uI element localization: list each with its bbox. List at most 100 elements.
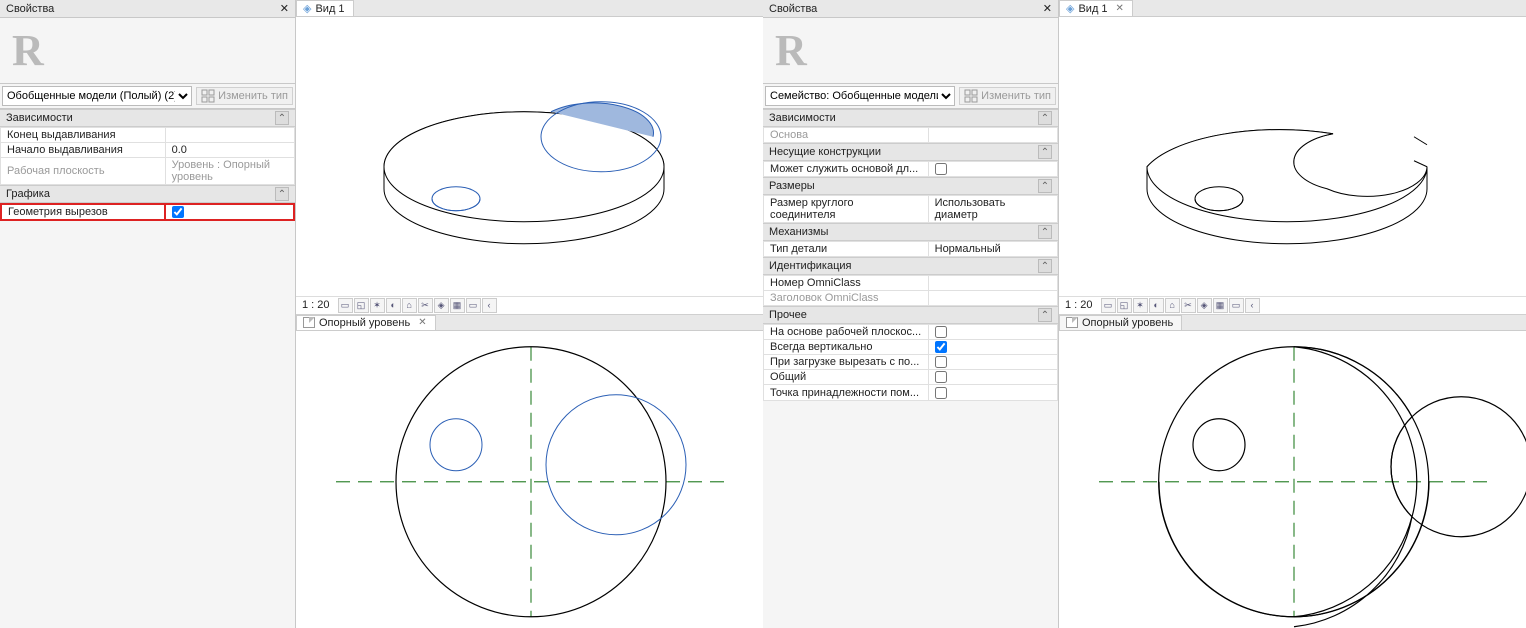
left-properties-title-bar: Свойства ✕ [0,0,295,18]
right-properties-title-bar: Свойства ✕ [763,0,1058,18]
cutout-geometry-row: Геометрия вырезов [1,204,294,220]
type-logo-icon: R [6,29,44,73]
right-3d-status: 1 : 20 ▭ ◱ ✶ ◐ ⌂ ✂ ◈ ▦ ▭ ‹ [1059,296,1526,314]
table-row: На основе рабочей плоскос... [764,325,1058,340]
group-header-mechanisms[interactable]: Механизмы⌃ [763,223,1058,241]
left-properties-panel: Свойства ✕ R Обобщенные модели (Полый) (… [0,0,296,628]
cutout-geometry-checkbox[interactable] [172,206,184,218]
vc-icon[interactable]: ▦ [450,298,465,313]
scale-label[interactable]: 1 : 20 [1065,299,1093,311]
cb[interactable] [935,326,947,338]
view-control-bar: ▭ ◱ ✶ ◐ ⌂ ✂ ◈ ▦ ▭ ‹ [1101,298,1260,313]
left-half: Свойства ✕ R Обобщенные модели (Полый) (… [0,0,763,628]
right-3d-view[interactable]: ◈ Вид 1 ✕ [1059,0,1526,315]
edit-type-button[interactable]: Изменить тип [959,87,1056,105]
table-row: Рабочая плоскостьУровень : Опорный урове… [1,158,295,185]
chevron-up-icon: ⌃ [1038,225,1052,239]
table-row: Номер OmniClass [764,276,1058,291]
table-row: Заголовок OmniClass [764,291,1058,306]
deps-grid: Конец выдавливания Начало выдавливания0.… [0,127,295,185]
close-icon[interactable]: ✕ [280,2,289,15]
chevron-up-icon: ⌃ [1038,145,1052,159]
group-header-other[interactable]: Прочее⌃ [763,306,1058,324]
table-row: При загрузке вырезать с по... [764,355,1058,370]
left-plan-view[interactable]: Опорный уровень ✕ [296,315,763,628]
vc-icon[interactable]: ‹ [482,298,497,313]
type-preview: R [0,18,295,84]
left-views: ◈ Вид 1 1 : 20 [296,0,763,628]
group-header-dependencies[interactable]: Зависимости⌃ [763,109,1058,127]
chevron-up-icon: ⌃ [1038,308,1052,322]
vc-icon[interactable]: ✂ [1181,298,1196,313]
right-properties-panel: Свойства ✕ R Семейство: Обобщенные модел… [763,0,1059,628]
right-properties-title: Свойства [769,3,817,15]
table-row: Точка принадлежности пом... [764,385,1058,400]
group-header-dimensions[interactable]: Размеры⌃ [763,177,1058,195]
graphics-grid: Геометрия вырезов [0,203,295,221]
edit-type-icon [201,89,215,103]
type-selector[interactable]: Семейство: Обобщенные модели [765,86,955,106]
host-checkbox[interactable] [935,163,947,175]
cb[interactable] [935,341,947,353]
vc-icon[interactable]: ⌂ [402,298,417,313]
edit-type-icon [964,89,978,103]
right-3d-drawing [1059,0,1526,314]
view-control-bar: ▭ ◱ ✶ ◐ ⌂ ✂ ◈ ▦ ▭ ‹ [338,298,497,313]
vc-icon[interactable]: ✂ [418,298,433,313]
table-row: Может служить основой дл... [764,162,1058,177]
vc-icon[interactable]: ▦ [1213,298,1228,313]
left-3d-drawing [296,0,763,314]
vc-icon[interactable]: ‹ [1245,298,1260,313]
props-blank-area [0,221,295,628]
group-header-identification[interactable]: Идентификация⌃ [763,257,1058,275]
table-row: Основа [764,128,1058,143]
table-row: Конец выдавливания [1,128,295,143]
table-row: Тип деталиНормальный [764,242,1058,257]
vc-icon[interactable]: ✶ [1133,298,1148,313]
vc-icon[interactable]: ◱ [1117,298,1132,313]
right-plan-view[interactable]: Опорный уровень [1059,315,1526,628]
group-header-host[interactable]: Несущие конструкции⌃ [763,143,1058,161]
vc-icon[interactable]: ⌂ [1165,298,1180,313]
vc-icon[interactable]: ◐ [1149,298,1164,313]
vc-icon[interactable]: ◱ [354,298,369,313]
vc-icon[interactable]: ◈ [434,298,449,313]
right-views: ◈ Вид 1 ✕ [1059,0,1526,628]
type-logo-icon: R [769,29,807,73]
vc-icon[interactable]: ▭ [466,298,481,313]
left-3d-status: 1 : 20 ▭ ◱ ✶ ◐ ⌂ ✂ ◈ ▦ ▭ ‹ [296,296,763,314]
right-plan-drawing [1059,315,1526,628]
table-row: Начало выдавливания0.0 [1,143,295,158]
right-half: Свойства ✕ R Семейство: Обобщенные модел… [763,0,1526,628]
vc-icon[interactable]: ▭ [1101,298,1116,313]
close-icon[interactable]: ✕ [1043,2,1052,15]
vc-icon[interactable]: ◈ [1197,298,1212,313]
group-header-dependencies[interactable]: Зависимости ⌃ [0,109,295,127]
props-blank-area [763,401,1058,628]
vc-icon[interactable]: ▭ [338,298,353,313]
cb[interactable] [935,356,947,368]
chevron-up-icon: ⌃ [1038,259,1052,273]
vc-icon[interactable]: ✶ [370,298,385,313]
chevron-up-icon: ⌃ [1038,111,1052,125]
scale-label[interactable]: 1 : 20 [302,299,330,311]
vc-icon[interactable]: ◐ [386,298,401,313]
type-selector-row: Обобщенные модели (Полый) (2) Изменить т… [0,84,295,109]
left-plan-drawing [296,315,763,628]
left-3d-view[interactable]: ◈ Вид 1 1 : 20 [296,0,763,315]
vc-icon[interactable]: ▭ [1229,298,1244,313]
table-row: Размер круглого соединителяИспользовать … [764,196,1058,223]
type-selector[interactable]: Обобщенные модели (Полый) (2) [2,86,192,106]
type-preview: R [763,18,1058,84]
chevron-up-icon: ⌃ [275,111,289,125]
type-selector-row: Семейство: Обобщенные модели Изменить ти… [763,84,1058,109]
group-header-graphics[interactable]: Графика ⌃ [0,185,295,203]
chevron-up-icon: ⌃ [1038,179,1052,193]
chevron-up-icon: ⌃ [275,187,289,201]
cb[interactable] [935,371,947,383]
cb[interactable] [935,387,947,399]
left-properties-title: Свойства [6,3,54,15]
table-row: Общий [764,370,1058,385]
root: Свойства ✕ R Обобщенные модели (Полый) (… [0,0,1526,628]
edit-type-button[interactable]: Изменить тип [196,87,293,105]
